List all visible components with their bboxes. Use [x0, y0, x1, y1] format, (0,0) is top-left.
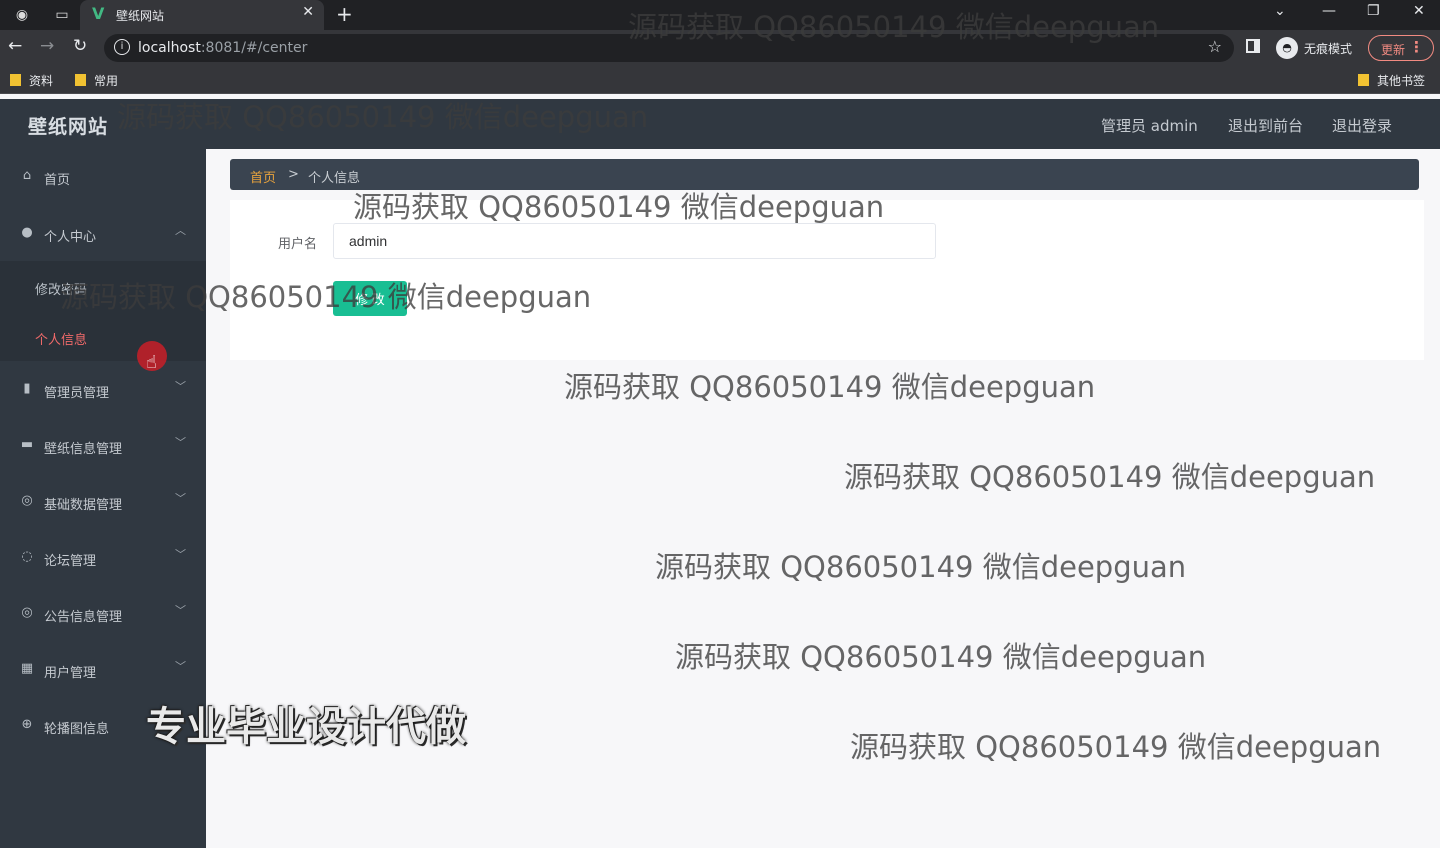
sidebar-item-label: 公告信息管理	[44, 610, 123, 625]
watermark-text: 源码获取 QQ86050149 微信deepguan	[844, 460, 1376, 494]
sidebar-item-personal-center[interactable]: ● 个人中心 ︿	[0, 206, 206, 262]
brand-title: 壁纸网站	[28, 116, 109, 138]
bookmark-label: 常用	[94, 74, 119, 88]
sidebar-item-label: 首页	[44, 173, 71, 188]
new-tab-button[interactable]: +	[336, 2, 353, 26]
breadcrumb: 首页 > 个人信息	[230, 159, 1419, 190]
folder-icon	[75, 74, 86, 86]
breadcrumb-separator: >	[288, 167, 299, 182]
chevron-down-icon: ﹀	[175, 548, 186, 561]
submit-button[interactable]: 修 改	[333, 281, 407, 316]
browser-tab[interactable]: V 壁纸网站 ✕	[80, 0, 324, 30]
sidebar-subitem-personal-info[interactable]: 个人信息	[0, 311, 206, 361]
sidebar-item-base-data-management[interactable]: ◎ 基础数据管理 ﹀	[0, 474, 206, 530]
hand-cursor-icon: ☝	[146, 352, 157, 373]
sidebar-item-label: 轮播图信息	[44, 722, 110, 737]
sidebar-item-user-management[interactable]: ▦ 用户管理 ﹀	[0, 642, 206, 698]
table-icon: ▦	[20, 661, 34, 676]
other-bookmarks-label: 其他书签	[1377, 74, 1426, 88]
logout-link[interactable]: 退出登录	[1332, 115, 1392, 136]
home-icon: ⌂	[22, 168, 32, 183]
bookmark-star-icon[interactable]: ☆	[1208, 37, 1222, 56]
watermark-text: 源码获取 QQ86050149 微信deepguan	[564, 370, 1096, 404]
reload-icon[interactable]: ↻	[73, 36, 87, 56]
bookmarks-bar: 资料 常用 其他书签	[0, 66, 1440, 94]
tab-list-icon[interactable]: ⌄	[1274, 3, 1286, 19]
update-label: 更新	[1381, 43, 1406, 57]
username-input[interactable]	[333, 223, 936, 259]
address-bar: ← → ↻ i localhost:8081/#/center ☆ ◓ 无痕模式…	[0, 30, 1440, 66]
sidebar-item-label: 壁纸信息管理	[44, 442, 123, 457]
sidebar-item-notice-management[interactable]: ◎ 公告信息管理 ﹀	[0, 586, 206, 642]
chevron-down-icon: ﹀	[175, 436, 186, 449]
forward-icon[interactable]: →	[40, 36, 54, 56]
folder-icon	[1358, 74, 1369, 86]
chevron-down-icon: ﹀	[175, 604, 186, 617]
browser-menu-icon[interactable]: ◉	[12, 5, 32, 25]
bookmark-folder-1[interactable]: 资料	[10, 72, 53, 89]
bar-chart-icon: ▮	[23, 381, 31, 396]
admin-user-label: 管理员 admin	[1101, 117, 1198, 135]
site-info-icon[interactable]: i	[114, 39, 130, 55]
sidebar-subitem-change-password[interactable]: 修改密码	[0, 261, 206, 311]
url-path: :8081/#/center	[200, 40, 308, 56]
sidebar-item-wallpaper-management[interactable]: ▬ 壁纸信息管理 ﹀	[0, 418, 206, 474]
sidebar-item-label: 管理员管理	[44, 386, 110, 401]
sidebar-item-label: 个人中心	[44, 230, 97, 245]
chevron-down-icon: ﹀	[175, 380, 186, 393]
other-bookmarks[interactable]: 其他书签	[1358, 72, 1425, 89]
restore-icon[interactable]: ❐	[1367, 3, 1380, 19]
watermark-text: 源码获取 QQ86050149 微信deepguan	[850, 730, 1382, 764]
sidebar-item-forum-management[interactable]: ◌ 论坛管理 ﹀	[0, 530, 206, 586]
incognito-icon: ◓	[1276, 37, 1298, 59]
browser-tab-bar: ◉ ▭ V 壁纸网站 ✕ + ⌄ — ❐ ✕	[0, 0, 1440, 30]
kebab-menu-icon[interactable]: ⋮	[1409, 38, 1424, 56]
side-panel-icon[interactable]	[1246, 39, 1260, 53]
sidebar: ⌂ 首页 ● 个人中心 ︿ 修改密码 个人信息 ▮ 管理员管理 ﹀ ▬ 壁纸信息…	[0, 149, 206, 848]
tab-search-icon[interactable]: ▭	[52, 5, 72, 25]
back-icon[interactable]: ←	[8, 36, 22, 56]
breadcrumb-home-link[interactable]: 首页	[250, 167, 276, 186]
bookmark-label: 资料	[29, 74, 54, 88]
close-window-icon[interactable]: ✕	[1413, 3, 1425, 19]
sidebar-item-carousel[interactable]: ⊕ 轮播图信息	[0, 698, 206, 754]
watermark-text: 源码获取 QQ86050149 微信deepguan	[675, 640, 1207, 674]
chevron-down-icon: ﹀	[175, 492, 186, 505]
update-button[interactable]: 更新 ⋮	[1368, 35, 1434, 61]
chevron-up-icon: ︿	[175, 224, 186, 237]
tab-close-icon[interactable]: ✕	[302, 4, 314, 20]
url-host: localhost	[138, 40, 201, 56]
user-icon: ●	[21, 225, 33, 240]
vue-favicon-icon: V	[92, 4, 105, 23]
sidebar-item-label: 用户管理	[44, 666, 97, 681]
power-icon: ◌	[21, 549, 33, 564]
sidebar-subitem-label: 个人信息	[35, 333, 88, 348]
globe-icon: ⊕	[21, 717, 33, 732]
sidebar-subitem-label: 修改密码	[35, 283, 88, 298]
sidebar-item-admin-management[interactable]: ▮ 管理员管理 ﹀	[0, 362, 206, 418]
app-header: 壁纸网站 管理员 admin 退出到前台 退出登录	[0, 99, 1440, 149]
sidebar-item-label: 基础数据管理	[44, 498, 123, 513]
incognito-label: 无痕模式	[1304, 42, 1353, 56]
back-to-front-link[interactable]: 退出到前台	[1228, 115, 1303, 136]
url-input[interactable]: i localhost:8081/#/center ☆	[104, 34, 1234, 62]
personal-info-form: 用户名 修 改	[230, 200, 1424, 360]
sidebar-item-label: 论坛管理	[44, 554, 97, 569]
bookmark-folder-2[interactable]: 常用	[75, 72, 118, 89]
tab-title: 壁纸网站	[116, 9, 165, 23]
compass-icon: ◎	[21, 493, 33, 508]
breadcrumb-current: 个人信息	[308, 171, 361, 186]
sidebar-item-home[interactable]: ⌂ 首页	[0, 149, 206, 205]
watermark-text: 源码获取 QQ86050149 微信deepguan	[655, 550, 1187, 584]
chevron-down-icon: ﹀	[175, 660, 186, 673]
compass-icon: ◎	[21, 605, 33, 620]
folder-icon	[10, 74, 21, 86]
minimize-icon[interactable]: —	[1322, 3, 1336, 19]
username-label: 用户名	[278, 237, 318, 252]
wallpaper-icon: ▬	[20, 437, 34, 452]
url-text: localhost:8081/#/center	[138, 40, 307, 56]
